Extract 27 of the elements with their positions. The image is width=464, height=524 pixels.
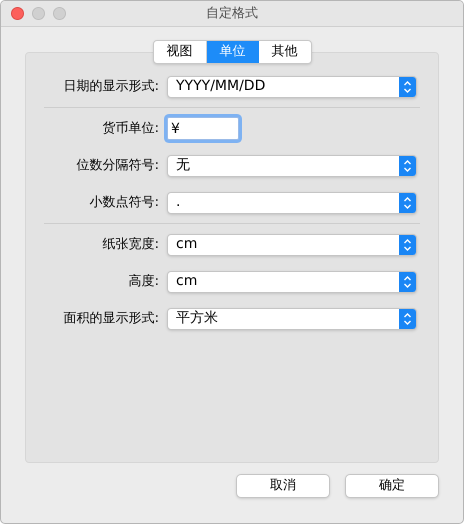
popup-menu[interactable]: 平方米 xyxy=(167,308,417,330)
stepper-arrows-icon xyxy=(399,308,416,328)
tab[interactable]: 其他 xyxy=(258,41,310,63)
field-label: 高度: xyxy=(128,272,160,291)
field-label: 位数分隔符号: xyxy=(76,156,160,175)
field-label: 货币单位: xyxy=(102,120,160,138)
close-button[interactable] xyxy=(11,7,24,20)
window-title: 自定格式 xyxy=(206,5,258,24)
stepper-arrows-icon xyxy=(399,76,416,96)
stepper-arrows-icon xyxy=(399,192,416,212)
popup-menu[interactable]: YYYY/MM/DD xyxy=(167,76,417,98)
dialog-button[interactable]: 取消 xyxy=(236,474,330,498)
popup-menu[interactable]: . xyxy=(167,192,417,214)
field-label: 面积的显示形式: xyxy=(62,310,160,328)
field-label: 纸张宽度: xyxy=(102,236,160,254)
stepper-arrows-icon xyxy=(399,234,416,254)
popup-menu[interactable]: cm xyxy=(167,270,417,292)
field-label: 小数点符号: xyxy=(88,194,160,212)
stepper-arrows-icon xyxy=(399,156,416,176)
dialog-button[interactable]: 确定 xyxy=(345,474,439,498)
minimize-button[interactable] xyxy=(32,7,45,20)
popup-menu[interactable]: 无 xyxy=(167,154,417,176)
field-label: 日期的显示形式: xyxy=(62,78,160,96)
input-field[interactable]: ¥ xyxy=(167,117,239,140)
zoom-button[interactable] xyxy=(53,7,66,20)
popup-menu[interactable]: cm xyxy=(167,234,417,256)
stepper-arrows-icon xyxy=(399,272,416,292)
